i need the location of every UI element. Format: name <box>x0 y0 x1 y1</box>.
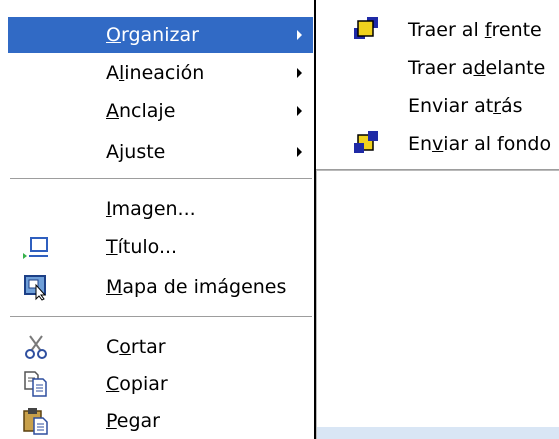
image-map-icon <box>24 275 47 301</box>
menu-item-label: Mapa de imágenes <box>106 276 287 298</box>
menu-item-label: Anclaje <box>106 100 176 122</box>
submenu-item-traer-al-frente[interactable]: Traer al frente <box>316 11 559 49</box>
menu-item-label: Cortar <box>106 336 166 358</box>
menu-item-ajuste[interactable]: Ajuste <box>8 134 313 170</box>
menu-item-pegar[interactable]: Pegar <box>8 403 313 439</box>
submenu-arrow-icon <box>297 68 302 78</box>
menu-item-label: Alineación <box>106 62 205 84</box>
submenu-item-label: Traer al frente <box>408 19 542 41</box>
organizar-submenu: Traer al frente Traer adelante Enviar at… <box>316 0 559 170</box>
bring-to-front-icon <box>354 17 378 39</box>
submenu-item-traer-adelante[interactable]: Traer adelante <box>316 49 559 87</box>
menu-item-label: Organizar <box>106 24 199 46</box>
document-page[interactable] <box>316 170 559 439</box>
scissors-icon <box>25 335 47 359</box>
send-to-back-icon <box>354 131 378 153</box>
menu-item-organizar[interactable]: Organizar <box>8 17 313 53</box>
menu-item-alineacion[interactable]: Alineación <box>8 55 313 91</box>
menu-item-label: Copiar <box>106 373 168 395</box>
menu-item-label: Ajuste <box>106 141 166 163</box>
menu-item-anclaje[interactable]: Anclaje <box>8 93 313 129</box>
menu-separator <box>10 178 312 180</box>
submenu-item-label: Traer adelante <box>408 57 546 79</box>
context-menu: Organizar Alineación Anclaje Ajuste Imag… <box>0 0 316 439</box>
menu-item-label: Título... <box>106 236 178 258</box>
caption-icon <box>23 237 48 259</box>
menu-item-imagen[interactable]: Imagen... <box>8 191 313 227</box>
menu-item-cortar[interactable]: Cortar <box>8 329 313 365</box>
menu-item-titulo[interactable]: Título... <box>8 229 313 265</box>
menu-item-label: Imagen... <box>106 198 196 220</box>
paste-icon <box>23 408 48 435</box>
menu-separator <box>10 316 312 318</box>
submenu-arrow-icon <box>297 106 302 116</box>
submenu-arrow-icon <box>297 30 302 40</box>
screenshot-canvas: Organizar Alineación Anclaje Ajuste Imag… <box>0 0 559 439</box>
submenu-item-label: Enviar al fondo <box>408 133 552 155</box>
submenu-item-label: Enviar atrás <box>408 95 523 117</box>
document-selection-strip <box>317 427 559 439</box>
submenu-item-enviar-al-fondo[interactable]: Enviar al fondo <box>316 125 559 163</box>
submenu-arrow-icon <box>297 147 302 157</box>
menu-item-mapa-de-imagenes[interactable]: Mapa de imágenes <box>8 269 313 305</box>
copy-icon <box>24 371 47 397</box>
menu-item-label: Pegar <box>106 410 160 432</box>
submenu-item-enviar-atras[interactable]: Enviar atrás <box>316 87 559 125</box>
menu-item-copiar[interactable]: Copiar <box>8 366 313 402</box>
